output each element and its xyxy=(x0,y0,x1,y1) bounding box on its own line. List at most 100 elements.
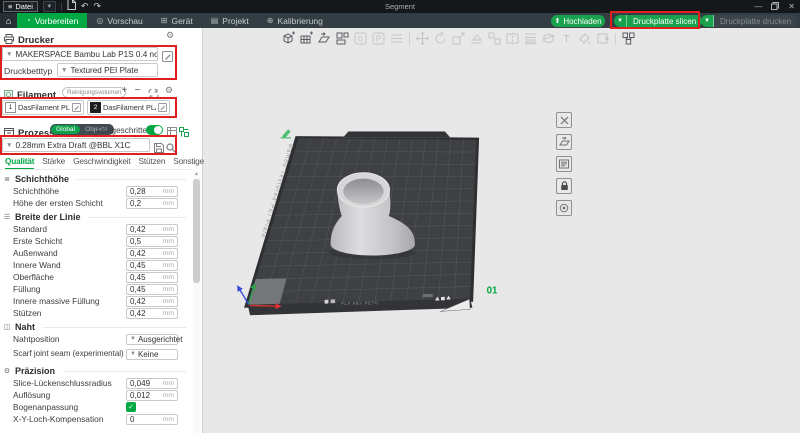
p-badge-icon: P xyxy=(371,31,386,46)
tab-projekt[interactable]: ▤ Projekt xyxy=(202,13,258,28)
sidebar-scrollbar-thumb[interactable] xyxy=(193,179,200,283)
advanced-label: Fortgeschritten xyxy=(97,126,152,135)
bed-type-label: Druckbetttyp xyxy=(4,66,52,76)
filament-1-edit-icon[interactable] xyxy=(72,99,81,117)
param-row: Auflösung 0,012mm xyxy=(0,389,191,401)
tab-kalibrierung[interactable]: ⊕ Kalibrierung xyxy=(258,13,332,28)
tab-vorbereiten[interactable]: ◔ Vorbereiten xyxy=(17,13,87,28)
assembly-view-icon[interactable] xyxy=(621,31,636,46)
home-button[interactable]: ⌂ xyxy=(0,13,17,28)
slice-plate-split-button: ▼ Druckplatte slicen xyxy=(614,15,702,27)
tab-geschwindigkeit[interactable]: Geschwindigkeit xyxy=(73,156,130,170)
auto-orient-icon[interactable] xyxy=(317,31,332,46)
plate-orient-icon[interactable] xyxy=(556,200,572,216)
svg-text:0: 0 xyxy=(358,35,363,44)
section-header: ⚙ Präzision xyxy=(0,365,191,377)
line-width-icon: ☰ xyxy=(3,213,11,221)
tab-sonstige[interactable]: Sonstige xyxy=(173,156,204,170)
split-to-objects-icon xyxy=(487,31,502,46)
print-plate-button[interactable]: Druckplatte drucken xyxy=(714,15,797,27)
param-input[interactable]: 0,012mm xyxy=(126,390,178,401)
add-filament-button[interactable]: + xyxy=(120,86,129,96)
filament-2-index: 2 xyxy=(90,102,101,113)
bed-type-select[interactable]: ▼ Textured PEI Plate xyxy=(57,63,158,77)
plate-delete-icon[interactable] xyxy=(556,112,572,128)
section-header: ☰ Breite der Linie xyxy=(0,211,191,223)
print-dropdown-button[interactable]: ▼ xyxy=(701,15,714,27)
tab-stuetzen[interactable]: Stützen xyxy=(139,156,166,170)
window-title: Segment xyxy=(0,0,800,13)
upload-icon: ⬆ xyxy=(554,17,560,25)
sidebar: Drucker ⚙ ▼ MAKERSPACE Bambu Lab P1S 0.4… xyxy=(0,28,203,433)
plate-number-label[interactable]: 01 xyxy=(487,286,498,297)
process-preset-select[interactable]: ▼ 0.28mm Extra Draft @BBL X1C xyxy=(2,138,150,152)
precision-gear-icon: ⚙ xyxy=(3,367,11,375)
param-input[interactable]: 0,45mm xyxy=(126,260,178,271)
param-row: Standard 0,42mm xyxy=(0,223,191,235)
plate-lock-icon[interactable] xyxy=(556,178,572,194)
edit-plate-name-icon[interactable] xyxy=(281,129,291,138)
viewport-3d[interactable]: 0 P T xyxy=(203,28,800,433)
arc-fitting-checkbox-checked[interactable]: ✓ xyxy=(126,402,136,412)
parameter-list: ≣ Schichthöhe Schichthöhe 0,28mm Höhe de… xyxy=(0,171,191,433)
bambulab-logo xyxy=(325,300,329,304)
add-object-icon[interactable] xyxy=(281,31,296,46)
close-icon[interactable]: ✕ xyxy=(788,2,795,11)
tab-staerke[interactable]: Stärke xyxy=(42,156,65,170)
navbar: ⌂ ◔ Vorbereiten ◎ Vorschau ⊞ Gerät ▤ Pro… xyxy=(0,13,800,28)
param-row: Bogenanpassung ✓ xyxy=(0,401,191,413)
scrollbar-up-arrow[interactable]: ▲ xyxy=(193,171,200,177)
param-input[interactable]: 0,45mm xyxy=(126,272,178,283)
plate-settings-list-icon[interactable] xyxy=(556,156,572,172)
param-row: Füllung 0,45mm xyxy=(0,283,191,295)
plate-arrange-icon[interactable] xyxy=(556,134,572,150)
param-input[interactable]: 0mm xyxy=(126,414,178,425)
tab-vorschau[interactable]: ◎ Vorschau xyxy=(87,13,151,28)
param-input[interactable]: 0,42mm xyxy=(126,296,178,307)
slice-dropdown-button[interactable]: ▼ xyxy=(614,15,627,27)
printer-edit-icon[interactable] xyxy=(162,49,173,60)
param-input[interactable]: 0,45mm xyxy=(126,284,178,295)
x-axis-arrow xyxy=(250,305,280,306)
filament-2-edit-icon[interactable] xyxy=(158,99,167,117)
param-input[interactable]: 0,42mm xyxy=(126,248,178,259)
advanced-toggle[interactable] xyxy=(146,125,163,135)
plate-band-marks xyxy=(422,294,432,297)
tab-qualitaet[interactable]: Qualität xyxy=(5,156,34,170)
param-row: Innere Wand 0,45mm xyxy=(0,259,191,271)
scope-global-button[interactable]: Global xyxy=(51,125,80,134)
param-input[interactable]: 0,42mm xyxy=(126,308,178,319)
param-row: Scarf joint seam (experimental) ▼Keine xyxy=(0,345,191,363)
text-tool-icon: T xyxy=(559,31,574,46)
param-input[interactable]: 0,28mm xyxy=(126,186,178,197)
flush-volumes-button[interactable]: Reinigungsvolumen xyxy=(62,87,126,98)
param-input[interactable]: 0,049mm xyxy=(126,378,178,389)
filament-settings-gear-icon[interactable]: ⚙ xyxy=(165,85,173,96)
layers-icon xyxy=(389,31,404,46)
printer-settings-gear-icon[interactable]: ⚙ xyxy=(166,30,174,41)
filament-slot-2[interactable]: 2 DasFilament PLA 1 xyxy=(87,100,170,115)
param-row: Nahtposition ▼Ausgerichtet xyxy=(0,333,191,345)
param-input[interactable]: 0,5mm xyxy=(126,236,178,247)
remove-filament-button[interactable]: − xyxy=(133,86,142,96)
arrange-icon[interactable] xyxy=(335,31,350,46)
upload-button[interactable]: ⬆ Hochladen xyxy=(551,15,605,27)
param-select[interactable]: ▼Ausgerichtet xyxy=(126,334,178,345)
restore-icon[interactable] xyxy=(771,2,779,12)
minimize-icon[interactable]: — xyxy=(754,2,762,11)
tab-geraet[interactable]: ⊞ Gerät xyxy=(152,13,202,28)
param-input[interactable]: 0,42mm xyxy=(126,224,178,235)
param-row: Außenwand 0,42mm xyxy=(0,247,191,259)
param-select[interactable]: ▼Keine xyxy=(126,349,178,360)
z-axis-arrow xyxy=(238,287,248,304)
printer-preset-select[interactable]: ▼ MAKERSPACE Bambu Lab P1S 0.4 nozzle xyxy=(2,47,158,61)
chevron-down-icon: ▼ xyxy=(130,351,136,357)
print-plate-split-button: ▼ Druckplatte drucken xyxy=(701,15,797,27)
filament-slot-1[interactable]: 1 DasFilament PLA 1 xyxy=(2,100,84,115)
add-plate-icon[interactable] xyxy=(299,31,314,46)
param-input[interactable]: 0,2mm xyxy=(126,198,178,209)
plate-band-icon xyxy=(331,299,335,303)
compare-presets-icon[interactable] xyxy=(179,124,189,142)
split-to-parts-icon xyxy=(505,31,520,46)
slice-plate-button[interactable]: Druckplatte slicen xyxy=(627,15,702,27)
